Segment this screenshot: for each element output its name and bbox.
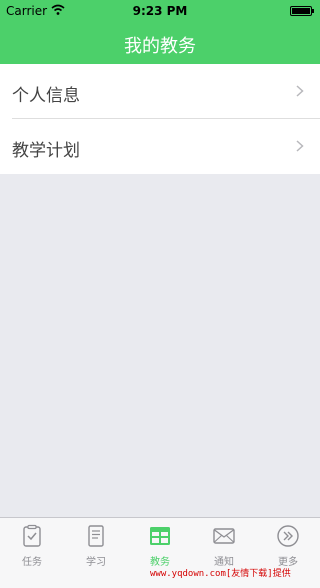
tab-label: 学习 [86,557,106,568]
chevron-right-icon [296,85,304,97]
list-item-teaching-plan[interactable]: 教学计划 [0,119,320,174]
book-icon [88,525,104,547]
tab-tasks[interactable]: 任务 [0,518,64,573]
page-title: 我的教务 [124,36,196,57]
status-time: 9:23 PM [132,4,188,18]
clipboard-check-icon [23,524,41,547]
tab-academic[interactable]: 教务 [128,518,192,573]
list-item-label: 教学计划 [12,141,80,161]
list-item-personal-info[interactable]: 个人信息 [0,64,320,119]
nav-bar: 我的教务 [0,22,320,64]
double-chevron-right-icon [277,525,299,547]
envelope-icon [213,528,235,544]
tab-notice[interactable]: 通知 [192,518,256,573]
tab-study[interactable]: 学习 [64,518,128,573]
tab-more[interactable]: 更多 [256,518,320,573]
watermark-text: www.yqdown.com[友情下载]提供 [150,569,291,579]
chevron-right-icon [296,140,304,152]
list-item-label: 个人信息 [12,86,80,106]
status-bar: Carrier 9:23 PM [0,0,320,22]
grid-table-icon [150,527,170,545]
menu-list: 个人信息 教学计划 [0,64,320,174]
tab-label: 任务 [22,557,42,568]
battery-icon [290,6,314,16]
